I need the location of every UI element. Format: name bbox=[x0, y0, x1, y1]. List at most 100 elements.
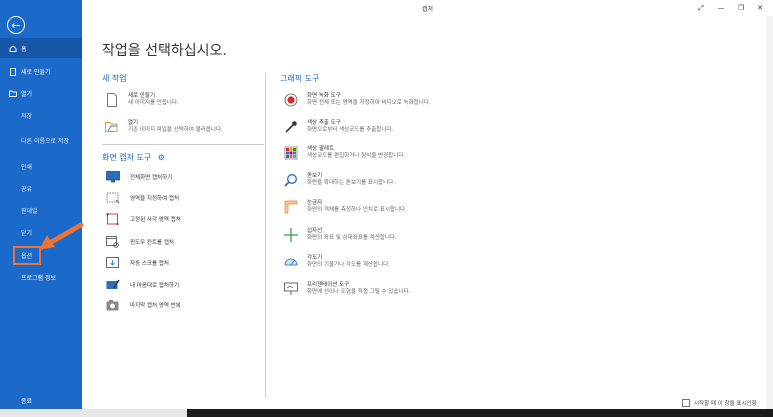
item-label: 마지막 캡처 영역 반복 bbox=[130, 303, 181, 309]
sidebar-item-label: 인쇄 bbox=[21, 163, 33, 171]
tool-protractor[interactable]: 각도기 화면의 기울기나 각도를 계산합니다. bbox=[284, 255, 390, 269]
camera-repeat-icon bbox=[106, 300, 119, 311]
item-desc: 화면에 선이나 도형을 직접 그릴 수 있습니다. bbox=[307, 289, 411, 295]
sidebar-item-label: 열기 bbox=[21, 90, 33, 98]
item-title: 프리젠테이션 도구 bbox=[307, 282, 350, 288]
item-label: 고정된 사각 영역 캡처 bbox=[130, 217, 181, 223]
item-label: 윈도우 컨트롤 캡처 bbox=[130, 240, 174, 246]
tool-screen-recorder[interactable]: 화면 녹화 도구 화면 전체 또는 영역을 지정하여 비디오로 녹화합니다. bbox=[284, 93, 431, 107]
item-title: 십자선 bbox=[307, 228, 323, 234]
sidebar-item-print[interactable]: 인쇄 bbox=[0, 156, 82, 176]
back-arrow-icon[interactable]: ← bbox=[7, 16, 25, 34]
startup-checkbox[interactable]: 시작할 때 이 창을 표시안함 bbox=[682, 399, 757, 407]
sidebar-item-label: 뭔데일 bbox=[21, 207, 38, 215]
sidebar-item-detail[interactable]: 뭔데일 bbox=[0, 200, 82, 220]
tool-presentation[interactable]: 프리젠테이션 도구 화면에 선이나 도형을 직접 그릴 수 있습니다. bbox=[284, 282, 410, 296]
maximize-button[interactable]: ❐ bbox=[734, 2, 748, 14]
monitor-icon bbox=[106, 171, 120, 183]
capture-item-window[interactable]: 윈도우 컨트롤 캡처 bbox=[106, 236, 174, 248]
taskbar-left-area bbox=[0, 409, 187, 417]
item-label: 전체화면 캡처하기 bbox=[130, 175, 173, 181]
item-title: 눈금자 bbox=[307, 200, 323, 206]
checkbox-icon[interactable] bbox=[682, 399, 690, 407]
sidebar-item-home[interactable]: 홈 bbox=[0, 38, 82, 58]
pin-icon[interactable]: ⤢ bbox=[694, 2, 708, 14]
sidebar-item-exit[interactable]: 종료 bbox=[0, 390, 82, 410]
tool-color-picker[interactable]: 색상 추출 도구 화면으로부터 색상코드를 추출합니다. bbox=[284, 120, 393, 134]
capture-item-freeform[interactable]: 내 마음대로 캡처하기 bbox=[106, 279, 179, 291]
sidebar-item-new[interactable]: 새로 만들기 bbox=[0, 61, 82, 81]
item-desc: 화면의 기울기나 각도를 계산합니다. bbox=[307, 262, 390, 268]
fixed-rect-icon bbox=[106, 213, 119, 225]
new-work-title: 새 작업 bbox=[102, 74, 127, 83]
blank-page-icon bbox=[105, 93, 119, 107]
close-button[interactable]: ✕ bbox=[753, 2, 767, 14]
sidebar-item-about[interactable]: 프로그램 정보 bbox=[0, 267, 82, 287]
open-folder-icon bbox=[105, 120, 119, 134]
sidebar-item-label: 새로 만들기 bbox=[21, 68, 51, 76]
capture-item-scroll[interactable]: 자동 스크롤 캡처 bbox=[106, 257, 169, 269]
new-file-icon bbox=[9, 67, 17, 76]
capture-item-repeat[interactable]: 마지막 캡처 영역 반복 bbox=[106, 299, 181, 311]
window-control-icon bbox=[106, 236, 119, 248]
tool-crosshair[interactable]: 십자선 화면의 좌표 및 상대좌표를 계산합니다. bbox=[284, 228, 397, 242]
item-desc: 화면으로부터 색상코드를 추출합니다. bbox=[307, 127, 394, 133]
sidebar-item-label: 종료 bbox=[21, 397, 33, 405]
item-desc: 화면을 확대하는 돋보기를 표시합니다. bbox=[307, 180, 395, 186]
item-title: 색상 팔레트 bbox=[307, 146, 335, 152]
item-desc: 새 이미지를 만듭니다. bbox=[128, 100, 179, 106]
item-desc: 화면의 객체를 측정하나 인치로 표시합니다. bbox=[307, 207, 407, 213]
capture-item-fullscreen[interactable]: 전체화면 캡처하기 bbox=[106, 171, 172, 183]
item-label: 내 마음대로 캡처하기 bbox=[130, 283, 180, 289]
item-title: 열기 bbox=[128, 120, 139, 126]
sidebar-item-share[interactable]: 공유 bbox=[0, 178, 82, 198]
sidebar-item-label: 저장 bbox=[21, 112, 33, 120]
gear-icon[interactable]: ⚙ bbox=[158, 153, 165, 162]
item-desc: 기존 이미지 파일을 선택하여 불러옵니다. bbox=[128, 127, 223, 133]
page-title: 작업을 선택하십시오. bbox=[102, 43, 227, 59]
capture-item-region[interactable]: 영역을 지정하여 캡처 bbox=[106, 192, 179, 204]
item-desc: 화면의 좌표 및 상대좌표를 계산합니다. bbox=[307, 235, 397, 241]
sidebar-item-save[interactable]: 저장 bbox=[0, 105, 82, 125]
capture-tools-title: 화면 캡처 도구 ⚙ bbox=[102, 152, 165, 163]
sidebar-item-label: 다른 이름으로 저장 bbox=[21, 137, 69, 145]
minimize-button[interactable]: — bbox=[714, 2, 728, 14]
sidebar: ← 홈 새로 만들기 열기 저장 다른 이름으로 저장 인쇄 공유 뭔데일 닫기… bbox=[0, 0, 82, 409]
new-image-item[interactable]: 새로 만들기 새 이미지를 만듭니다. bbox=[105, 93, 179, 107]
item-label: 자동 스크롤 캡처 bbox=[130, 261, 169, 267]
capture-tools-label: 화면 캡처 도구 bbox=[102, 153, 152, 162]
tool-color-palette[interactable]: 색상 팔레트 색상코드를 편집하거나 형식을 변경합니다. bbox=[284, 146, 405, 160]
sidebar-item-open[interactable]: 열기 bbox=[0, 83, 82, 103]
folder-icon bbox=[9, 90, 17, 97]
item-title: 각도기 bbox=[307, 255, 323, 261]
capture-item-fixed[interactable]: 고정된 사각 영역 캡처 bbox=[106, 213, 181, 225]
startup-checkbox-label: 시작할 때 이 창을 표시안함 bbox=[694, 401, 757, 407]
region-select-icon bbox=[106, 192, 120, 204]
sidebar-item-label: 홈 bbox=[21, 45, 27, 53]
tool-ruler[interactable]: 눈금자 화면의 객체를 측정하나 인치로 표시합니다. bbox=[284, 200, 407, 214]
sidebar-item-label: 닫기 bbox=[21, 229, 33, 237]
eyedropper-icon bbox=[284, 120, 298, 134]
open-item[interactable]: 열기 기존 이미지 파일을 선택하여 불러옵니다. bbox=[105, 120, 223, 134]
section-divider bbox=[102, 144, 264, 145]
presentation-board-icon bbox=[284, 282, 298, 296]
column-divider bbox=[265, 73, 266, 398]
freeform-pen-icon bbox=[106, 279, 120, 289]
palette-grid-icon bbox=[284, 146, 298, 160]
sidebar-item-save-as[interactable]: 다른 이름으로 저장 bbox=[0, 130, 82, 150]
item-title: 화면 녹화 도구 bbox=[307, 93, 341, 99]
sidebar-item-label: 공유 bbox=[21, 185, 33, 193]
scroll-capture-icon bbox=[106, 257, 119, 268]
tool-magnifier[interactable]: 돋보기 화면을 확대하는 돋보기를 표시합니다. bbox=[284, 173, 395, 187]
crosshair-icon bbox=[284, 228, 298, 242]
ruler-icon bbox=[284, 200, 298, 214]
graphic-tools-title: 그래픽 도구 bbox=[280, 74, 320, 83]
sidebar-item-label: 프로그램 정보 bbox=[21, 274, 57, 282]
home-icon bbox=[9, 44, 17, 52]
item-desc: 화면 전체 또는 영역을 지정하여 비디오로 녹화합니다. bbox=[307, 100, 431, 106]
title-bar: 캡쳐 ⤢ — ❐ ✕ bbox=[82, 0, 773, 16]
protractor-icon bbox=[284, 255, 298, 269]
right-edge-panel bbox=[767, 16, 773, 409]
item-title: 색상 추출 도구 bbox=[307, 120, 341, 126]
record-icon bbox=[284, 93, 298, 107]
